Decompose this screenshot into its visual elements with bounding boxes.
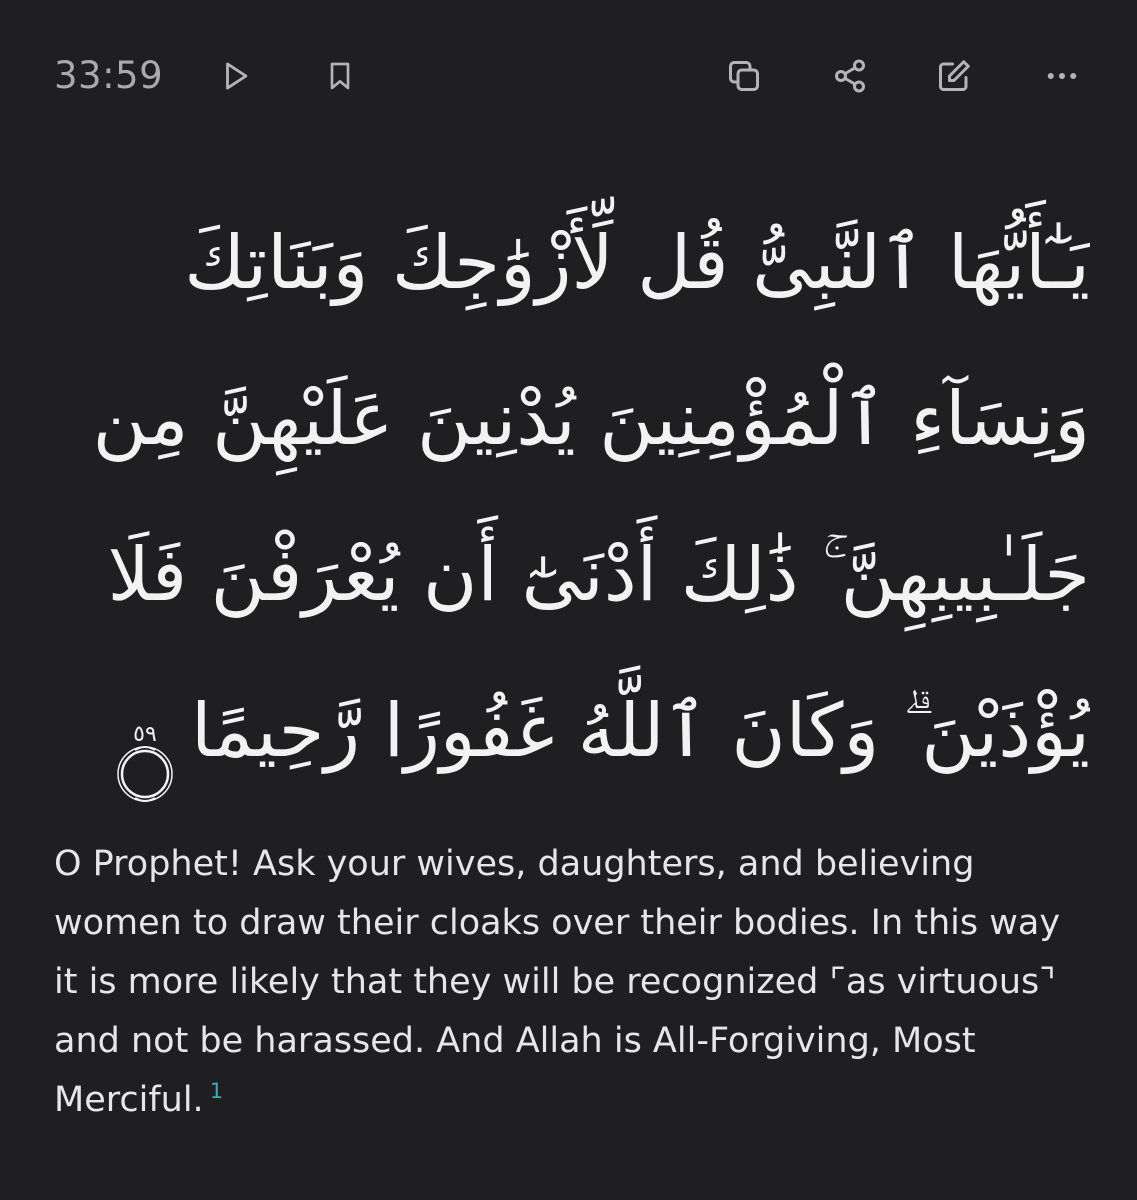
arabic-line-4-wrap: يُؤْذَيْنَ ۗ وَكَانَ ٱللَّهُ غَفُورًا رَ… xyxy=(60,653,1090,809)
arabic-line-2: وَنِسَآءِ ٱلْمُؤْمِنِينَ يُدْنِينَ عَلَي… xyxy=(92,376,1090,462)
translation-body: O Prophet! Ask your wives, daughters, an… xyxy=(54,844,1061,1120)
copy-icon xyxy=(729,61,759,91)
arabic-line-1: يَـٰٓأَيُّهَا ٱلنَّبِىُّ قُل لِّأَزْوَٰج… xyxy=(184,220,1090,306)
more-button[interactable] xyxy=(1036,50,1088,102)
verse-reference: 33:59 xyxy=(54,54,164,97)
share-icon xyxy=(835,59,865,93)
copy-button[interactable] xyxy=(718,50,770,102)
share-button[interactable] xyxy=(824,50,876,102)
bookmark-button[interactable] xyxy=(314,50,366,102)
play-icon xyxy=(226,62,248,90)
edit-icon xyxy=(939,60,970,91)
ayah-end-marker: ٥٩ xyxy=(113,703,177,803)
footnote-link[interactable]: 1 xyxy=(210,1079,223,1103)
more-icon xyxy=(1047,73,1077,79)
ayah-number: ٥٩ xyxy=(133,722,157,748)
arabic-line-4: يُؤْذَيْنَ ۗ وَكَانَ ٱللَّهُ غَفُورًا رَ… xyxy=(190,688,1090,774)
verse-toolbar: 33:59 xyxy=(0,40,1137,112)
play-button[interactable] xyxy=(210,50,262,102)
arabic-verse: يَـٰٓأَيُّهَا ٱلنَّبِىُّ قُل لِّأَزْوَٰج… xyxy=(60,185,1090,809)
translation-text: O Prophet! Ask your wives, daughters, an… xyxy=(54,835,1094,1130)
arabic-line-3: جَلَـٰبِيبِهِنَّ ۚ ذَٰلِكَ أَدْنَىٰٓ أَن… xyxy=(107,532,1090,618)
edit-button[interactable] xyxy=(928,50,980,102)
bookmark-icon xyxy=(330,62,350,90)
